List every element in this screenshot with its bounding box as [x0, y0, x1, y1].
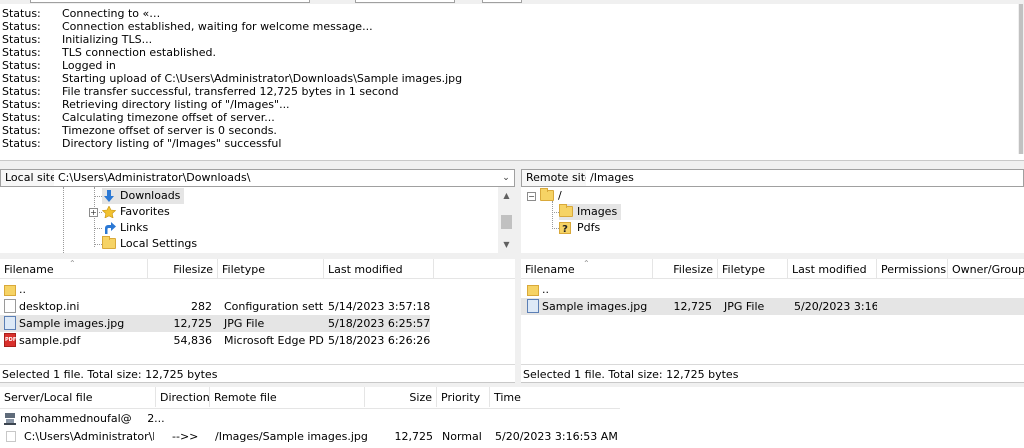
local-site-bar: Local site: C:\Users\Administrator\Downl… [0, 169, 515, 187]
transfer-queue[interactable]: Server/Local file Direction Remote file … [0, 387, 1024, 448]
tree-guide-line [94, 228, 102, 229]
column-remote-file[interactable]: Remote file [210, 387, 365, 407]
image-file-icon [4, 316, 16, 330]
remote-status-bar: Selected 1 file. Total size: 12,725 byte… [521, 364, 1024, 383]
local-path-input[interactable]: C:\Users\Administrator\Downloads\ ⌄ [54, 169, 515, 187]
queue-server-row[interactable]: mohammednoufal@ 2... [4, 411, 204, 427]
column-size[interactable]: Size [365, 387, 437, 407]
sort-caret-icon: ⌃ [69, 259, 76, 268]
column-server-local-file[interactable]: Server/Local file [0, 387, 156, 407]
folder-icon [4, 284, 16, 296]
column-last-modified[interactable]: Last modified [324, 259, 434, 279]
list-item-selected[interactable]: Sample images.jpg 12,725 JPG File 5/20/2… [521, 298, 1024, 315]
column-owner-group[interactable]: Owner/Group [948, 259, 1024, 279]
local-file-list[interactable]: Filename ⌃ Filesize Filetype Last modifi… [0, 259, 515, 364]
folder-icon [102, 235, 116, 249]
column-filetype[interactable]: Filetype [718, 259, 788, 279]
tree-guide-line [63, 187, 64, 253]
folder-icon [540, 187, 554, 201]
log-scrollbar-thumb[interactable] [1019, 4, 1023, 154]
local-list-header: Filename ⌃ Filesize Filetype Last modifi… [0, 259, 515, 279]
local-path-text: C:\Users\Administrator\Downloads\ [58, 171, 251, 184]
list-item[interactable]: desktop.ini 282 Configuration setti... 5… [0, 298, 430, 315]
tree-item-links[interactable]: Links [102, 220, 148, 236]
remote-file-list[interactable]: Filename ⌃ Filesize Filetype Last modifi… [521, 259, 1024, 364]
column-direction[interactable]: Direction [156, 387, 210, 407]
tree-item-root[interactable]: / [540, 187, 562, 204]
log-scrollbar[interactable] [1018, 4, 1024, 154]
list-item[interactable]: .. [521, 281, 1024, 298]
remote-directory-tree[interactable]: − / Images ? Pdfs [521, 187, 1024, 253]
image-file-icon [527, 299, 539, 313]
pdf-file-icon: PDF [4, 333, 16, 347]
local-status-bar: Selected 1 file. Total size: 12,725 byte… [0, 364, 515, 383]
tree-guide-line [552, 228, 559, 229]
remote-list-header: Filename ⌃ Filesize Filetype Last modifi… [521, 259, 1024, 279]
column-priority[interactable]: Priority [437, 387, 490, 407]
scroll-down-icon[interactable]: ▼ [498, 236, 515, 253]
queue-header: Server/Local file Direction Remote file … [0, 387, 620, 409]
tree-guide-line [94, 196, 102, 197]
column-filetype[interactable]: Filetype [218, 259, 324, 279]
column-permissions[interactable]: Permissions [877, 259, 948, 279]
column-last-modified[interactable]: Last modified [788, 259, 877, 279]
download-arrow-icon [102, 190, 116, 202]
expand-favorites-toggle[interactable]: + [89, 208, 98, 217]
remote-path-input[interactable]: /Images [586, 169, 1024, 187]
host-field-edge[interactable] [30, 0, 310, 3]
file-icon [6, 431, 16, 442]
column-filesize[interactable]: Filesize [653, 259, 718, 279]
quickconnect-edge[interactable] [482, 0, 522, 3]
tree-guide-line [94, 244, 102, 245]
local-tree-scroll-thumb[interactable] [501, 215, 512, 229]
sort-caret-icon: ⌃ [583, 259, 590, 268]
scroll-up-icon[interactable]: ▲ [498, 187, 515, 204]
horizontal-splitter[interactable] [0, 161, 1024, 169]
column-filesize[interactable]: Filesize [148, 259, 218, 279]
collapse-root-toggle[interactable]: − [527, 192, 536, 201]
star-icon [101, 205, 117, 219]
tree-item-downloads[interactable]: Downloads [102, 188, 185, 204]
tree-item-pdfs[interactable]: ? Pdfs [559, 220, 600, 236]
folder-icon [527, 284, 539, 296]
link-arrow-icon [102, 222, 116, 234]
tree-item-images[interactable]: Images [559, 203, 622, 220]
tree-guide-line [552, 212, 559, 213]
chevron-down-icon[interactable]: ⌄ [500, 172, 512, 184]
column-time[interactable]: Time [490, 387, 620, 407]
file-icon [4, 299, 16, 313]
unknown-folder-icon: ? [559, 222, 573, 235]
local-directory-tree[interactable]: Downloads + Favorites Links Local Settin… [0, 187, 515, 253]
server-icon [4, 413, 16, 425]
queue-item-row[interactable]: C:\Users\Administrator\D... -->> /Images… [0, 428, 1024, 445]
tree-item-favorites[interactable]: Favorites [101, 204, 170, 220]
remote-path-text: /Images [590, 171, 634, 184]
port-field-edge[interactable] [355, 0, 455, 3]
tree-item-local-settings[interactable]: Local Settings [102, 235, 197, 252]
folder-icon [559, 203, 573, 217]
list-item[interactable]: PDF sample.pdf 54,836 Microsoft Edge PD..… [0, 332, 430, 349]
svg-text:?: ? [562, 224, 568, 234]
list-item[interactable]: .. [0, 281, 430, 298]
list-item-selected[interactable]: Sample images.jpg 12,725 JPG File 5/18/2… [0, 315, 430, 332]
local-tree-scrollbar[interactable]: ▲ ▼ [498, 187, 515, 253]
message-log[interactable]: Status: Connecting to «… Status: Connectio… [0, 4, 1024, 161]
remote-site-bar: Remote site: /Images [521, 169, 1024, 187]
tree-guide-line [552, 201, 553, 229]
